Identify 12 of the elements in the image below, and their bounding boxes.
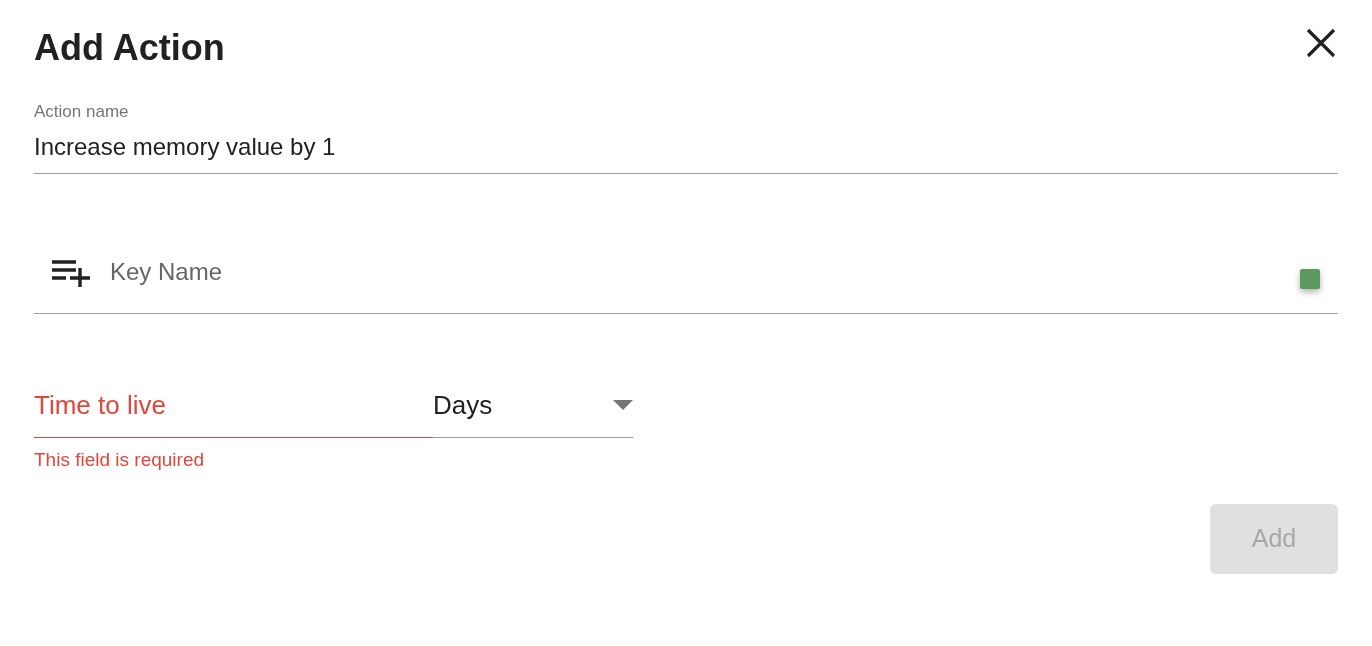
field-label: Action name bbox=[34, 101, 130, 124]
dropdown-caret-icon bbox=[613, 400, 633, 411]
close-icon bbox=[1304, 26, 1338, 60]
color-swatch[interactable] bbox=[1300, 269, 1320, 290]
dialog-title: Add Action bbox=[34, 26, 225, 70]
key-name-field[interactable]: Key Name bbox=[108, 253, 1300, 292]
playlist-add-icon bbox=[50, 257, 92, 288]
action-name-field[interactable]: Increase memory value by 1 bbox=[34, 124, 1338, 174]
close-button[interactable] bbox=[1304, 26, 1338, 60]
error-message: This field is required bbox=[34, 447, 206, 472]
time-to-live-field[interactable]: Time to live bbox=[34, 385, 433, 438]
unit-select[interactable]: Days bbox=[433, 385, 633, 438]
